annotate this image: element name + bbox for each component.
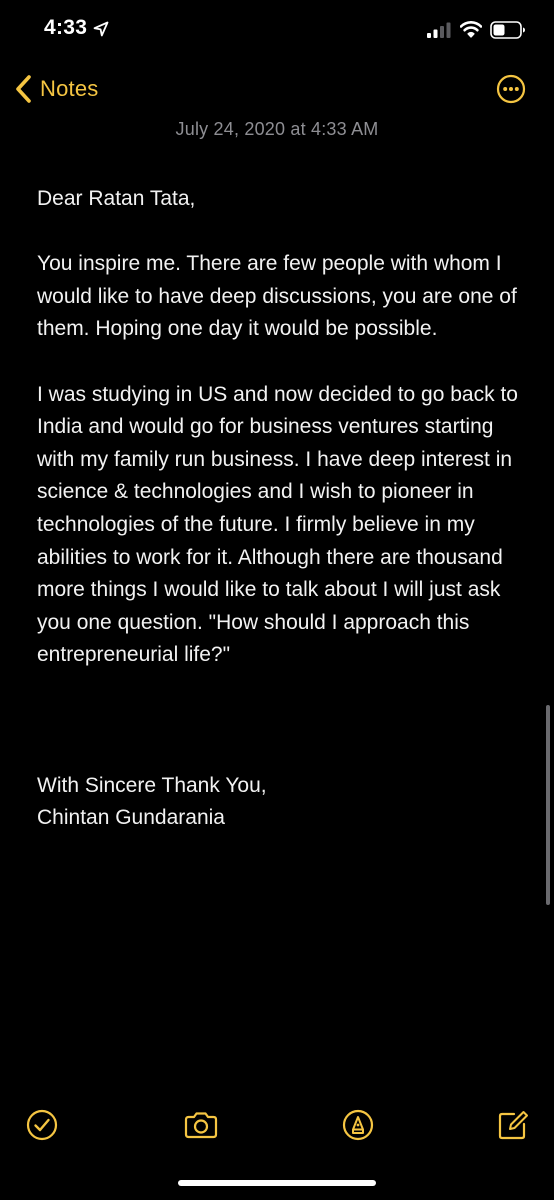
home-indicator[interactable]	[178, 1180, 376, 1186]
note-paragraph-1: You inspire me. There are few people wit…	[37, 252, 517, 341]
note-paragraph-2: I was studying in US and now decided to …	[37, 382, 518, 667]
chevron-left-icon	[16, 75, 31, 103]
note-signature: Chintan Gundarania	[37, 806, 225, 830]
note-body[interactable]: Dear Ratan Tata, You inspire me. There a…	[37, 183, 527, 835]
location-arrow-icon	[93, 21, 109, 37]
back-button[interactable]: Notes	[14, 73, 98, 105]
battery-icon	[490, 21, 525, 39]
back-button-label: Notes	[40, 76, 99, 101]
checklist-icon[interactable]	[25, 1108, 59, 1142]
status-time: 4:33	[44, 16, 88, 39]
wifi-icon	[460, 21, 482, 38]
ellipsis-circle-icon[interactable]	[496, 74, 526, 104]
status-bar: 4:33	[0, 0, 554, 62]
note-date: July 24, 2020 at 4:33 AM	[175, 119, 379, 139]
compose-icon[interactable]	[496, 1108, 530, 1142]
scroll-indicator[interactable]	[546, 705, 550, 905]
cellular-signal-icon	[427, 22, 451, 38]
markup-icon[interactable]	[341, 1108, 375, 1142]
note-closing: With Sincere Thank You,	[37, 773, 267, 797]
note-greeting: Dear Ratan Tata,	[37, 187, 196, 210]
camera-icon[interactable]	[183, 1108, 219, 1142]
